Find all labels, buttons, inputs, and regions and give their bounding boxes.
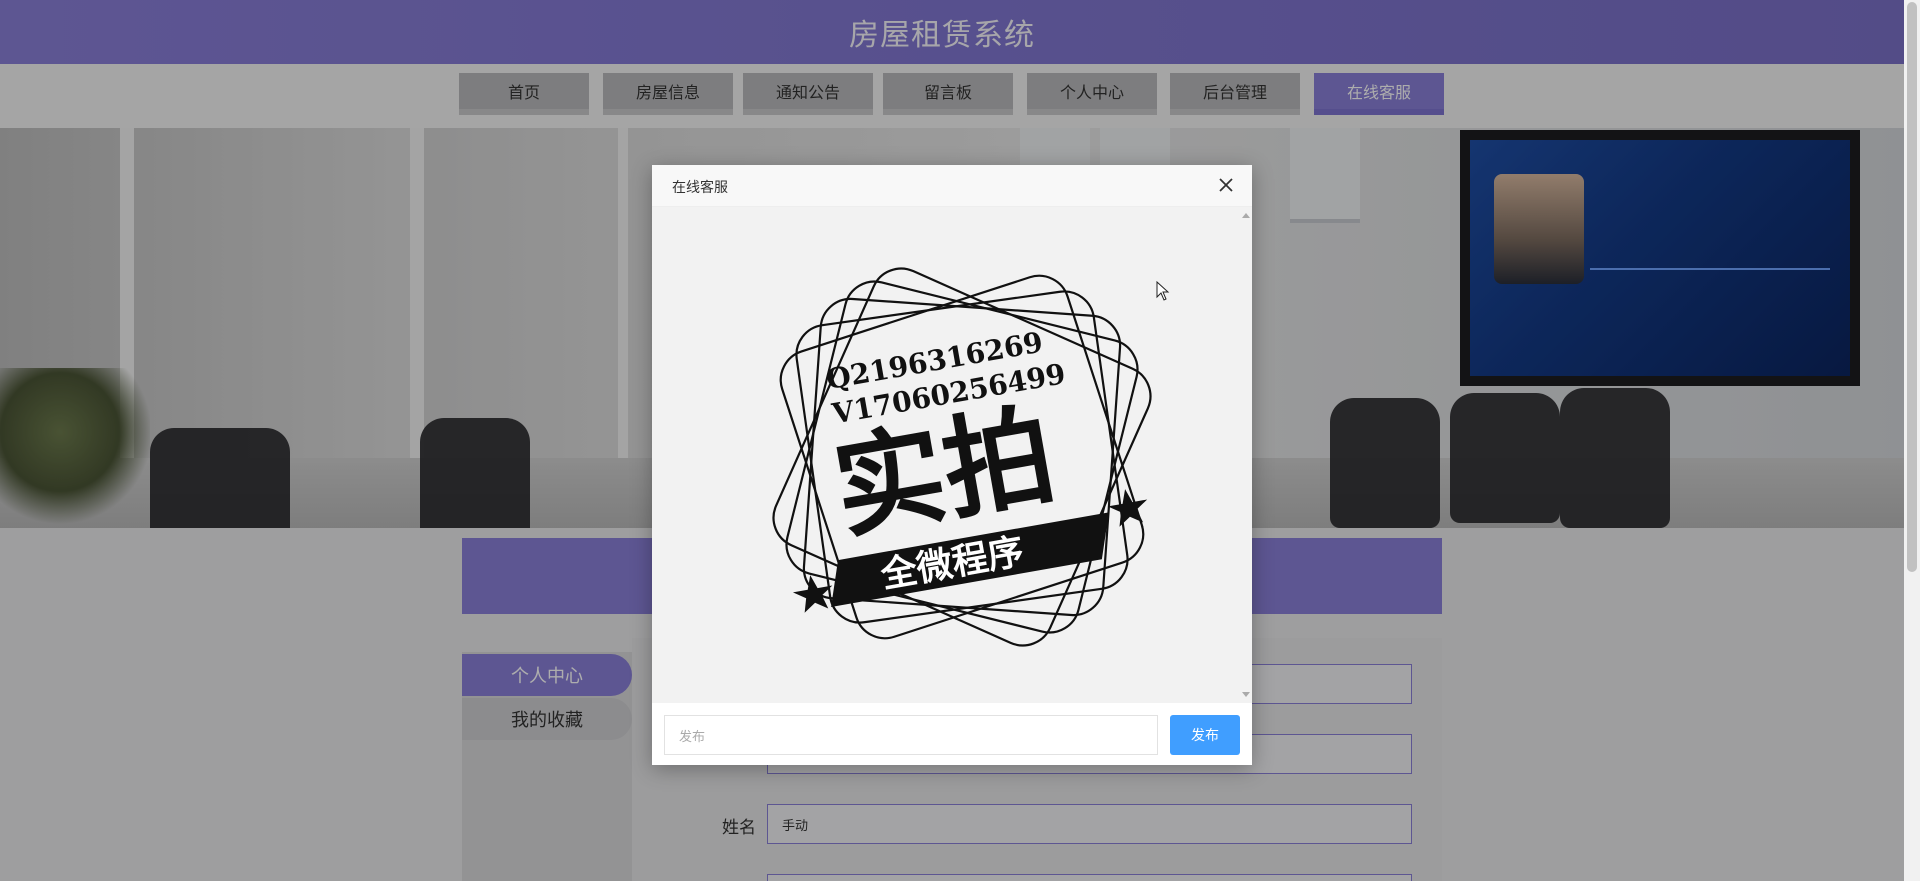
close-icon xyxy=(1219,178,1233,192)
page-scrollbar[interactable] xyxy=(1904,0,1920,881)
chat-image-stamp: Q2196316269 V17060256499 实拍 全微程序 xyxy=(772,267,1152,647)
dialog-header: 在线客服 xyxy=(652,165,1252,207)
dialog-title: 在线客服 xyxy=(672,180,728,196)
message-input[interactable]: 发布 xyxy=(664,715,1158,755)
mouse-cursor-icon xyxy=(1156,281,1170,301)
close-icon[interactable] xyxy=(1214,173,1238,197)
send-button[interactable]: 发布 xyxy=(1170,715,1240,755)
scroll-up-icon[interactable] xyxy=(1242,213,1250,218)
scroll-down-icon[interactable] xyxy=(1242,692,1250,697)
chat-scrollbar[interactable] xyxy=(1242,213,1250,697)
online-service-dialog: 在线客服 Q2196316269 V17060256499 实拍 全微程序 发布… xyxy=(652,165,1252,765)
scrollbar-thumb[interactable] xyxy=(1907,2,1917,572)
